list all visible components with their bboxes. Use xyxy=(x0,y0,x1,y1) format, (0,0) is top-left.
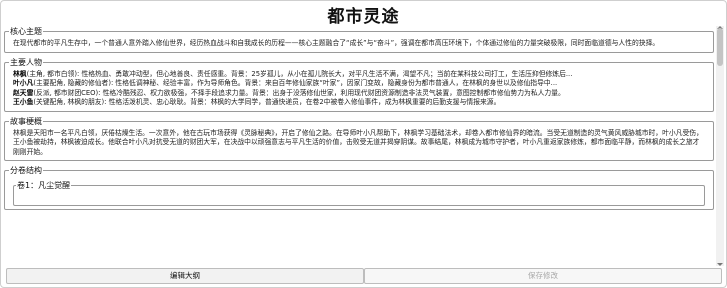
vertical-scrollbar[interactable] xyxy=(716,26,724,266)
volumes-group: 分卷结构 卷1：凡尘觉醒 xyxy=(4,165,714,211)
save-changes-button[interactable]: 保存修改 xyxy=(364,268,722,284)
character-desc: (主要配角, 隐藏的修仙者): 性格低调神秘、经验丰富，作为导师角色。背景：来自… xyxy=(33,79,558,88)
edit-outline-button[interactable]: 编辑大纲 xyxy=(6,268,364,284)
core-theme-legend: 核心主题 xyxy=(10,27,42,36)
volume-1-group: 卷1：凡尘觉醒 xyxy=(13,180,705,207)
character-row: 赵天雷(反派, 都市财团CEO): 性格冷酷残忍、权力欲极强，不择手段追求力量。… xyxy=(13,89,705,99)
character-name: 叶小凡 xyxy=(13,79,34,88)
outline-content[interactable]: 核心主题 在现代都市的平凡生存中，一个普通人意外踏入修仙世界，经历热血战斗和自我… xyxy=(4,26,714,266)
volumes-legend: 分卷结构 xyxy=(10,166,42,176)
character-name: 赵天雷 xyxy=(13,88,34,97)
character-row: 王小鱼(关键配角, 林枫的朋友): 性格活泼机灵、忠心耿耿。背景：林枫的大学同学… xyxy=(13,98,705,108)
character-desc: (反派, 都市财团CEO): 性格冷酷残忍、权力欲极强，不择手段追求力量。背景：… xyxy=(33,88,565,97)
scroll-thumb[interactable] xyxy=(717,28,723,66)
core-theme-text: 在现代都市的平凡生存中，一个普通人意外踏入修仙世界，经历热血战斗和自我成长的历程… xyxy=(13,39,660,47)
character-row: 林枫(主角, 都市白领): 性格热血、勇敢冲动型，但心地善良、责任感重。背景：2… xyxy=(13,70,705,80)
character-desc: (关键配角, 林枫的朋友): 性格活泼机灵、忠心耿耿。背景：林枫的大学同学，普通… xyxy=(33,98,501,107)
character-name: 林枫 xyxy=(13,69,27,78)
characters-group: 主要人物 林枫(主角, 都市白领): 性格热血、勇敢冲动型，但心地善良、责任感重… xyxy=(4,56,714,112)
volume-1-legend: 卷1：凡尘觉醒 xyxy=(17,181,71,191)
character-name: 王小鱼 xyxy=(13,98,34,107)
story-text: 林枫是天阳市一名平凡白领，厌倦枯燥生活。一次意外，他在古玩市场获得《灵脉秘典》，… xyxy=(13,128,703,156)
core-theme-group: 核心主题 在现代都市的平凡生存中，一个普通人意外踏入修仙世界，经历热血战斗和自我… xyxy=(4,26,714,53)
page-title: 都市灵途 xyxy=(327,7,400,27)
scroll-down-icon[interactable] xyxy=(717,263,723,266)
story-legend: 故事梗概 xyxy=(10,116,42,126)
volume-1-content xyxy=(20,193,698,203)
character-row: 叶小凡(主要配角, 隐藏的修仙者): 性格低调神秘、经验丰富，作为导师角色。背景… xyxy=(13,79,705,89)
character-desc: (主角, 都市白领): 性格热血、勇敢冲动型，但心地善良、责任感重。背景：25岁… xyxy=(26,69,573,78)
characters-legend: 主要人物 xyxy=(10,57,42,67)
button-bar: 编辑大纲 保存修改 xyxy=(6,268,722,284)
story-group: 故事梗概 林枫是天阳市一名平凡白领，厌倦枯燥生活。一次意外，他在古玩市场获得《灵… xyxy=(4,115,714,162)
